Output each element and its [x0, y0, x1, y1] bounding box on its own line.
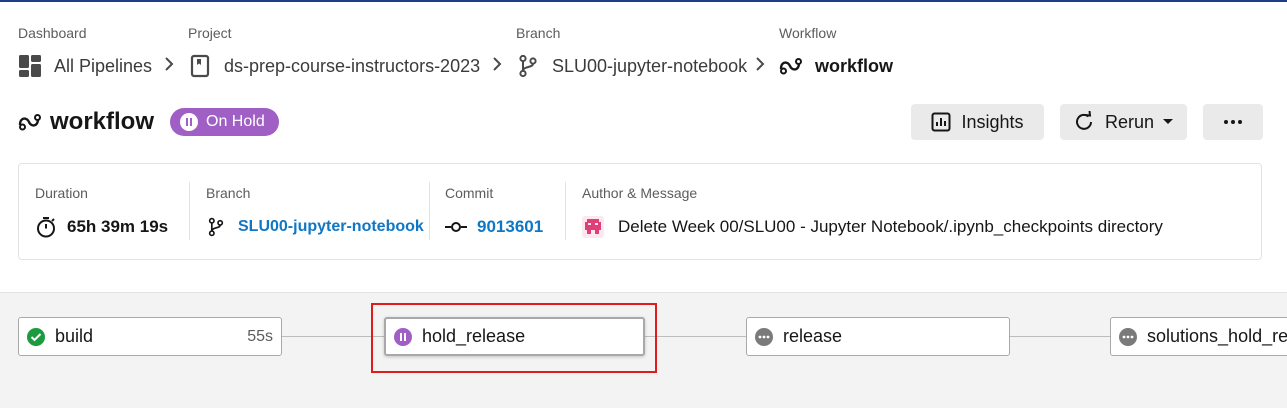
- chart-icon: [931, 112, 951, 132]
- job-release[interactable]: release: [746, 317, 1010, 356]
- rerun-button-label: Rerun: [1104, 111, 1155, 132]
- author-message-group: Delete Week 00/SLU00 - Jupyter Notebook/…: [582, 215, 1163, 239]
- breadcrumb-project: Project ds-prep-course-instructors-2023: [188, 24, 480, 78]
- breadcrumb-link-project[interactable]: ds-prep-course-instructors-2023: [188, 54, 480, 78]
- divider: [429, 182, 430, 240]
- caret-down-icon: [1163, 119, 1174, 124]
- workflow-info-card: Duration 65h 39m 19s Branch SLU00-jupyte…: [18, 163, 1262, 260]
- more-horizontal-icon: [1224, 120, 1242, 124]
- breadcrumb-value: workflow: [815, 55, 894, 76]
- stopwatch-icon: [37, 217, 55, 238]
- job-name: solutions_hold_release: [1147, 326, 1287, 346]
- blocked-icon: [1119, 327, 1137, 346]
- connector-line: [1010, 336, 1110, 337]
- commit-value: 9013601: [477, 217, 544, 236]
- breadcrumb-label: Project: [188, 25, 232, 41]
- breadcrumb-dashboard: Dashboard All Pipelines: [18, 24, 152, 77]
- commit-label: Commit: [445, 185, 494, 201]
- avatar[interactable]: [582, 216, 604, 238]
- insights-button[interactable]: Insights: [911, 104, 1044, 140]
- breadcrumb-link-branch[interactable]: SLU00-jupyter-notebook: [516, 54, 747, 78]
- breadcrumb-value: ds-prep-course-instructors-2023: [224, 55, 481, 76]
- branch-label: Branch: [206, 185, 251, 201]
- status-badge-label: On Hold: [206, 113, 265, 130]
- job-name: build: [55, 326, 94, 346]
- breadcrumb-label: Dashboard: [18, 25, 87, 41]
- job-name: release: [783, 326, 843, 346]
- connector-line: [645, 336, 746, 337]
- job-duration: 55s: [247, 327, 273, 345]
- breadcrumb-workflow: Workflow workflow: [779, 24, 893, 76]
- pause-icon: [180, 113, 199, 131]
- commit-message: Delete Week 00/SLU00 - Jupyter Notebook/…: [618, 217, 1163, 236]
- divider: [565, 182, 566, 240]
- duration-value-group: 65h 39m 19s: [35, 215, 168, 239]
- branch-link[interactable]: SLU00-jupyter-notebook: [206, 215, 424, 239]
- top-accent-line: [0, 0, 1287, 2]
- duration-value: 65h 39m 19s: [67, 217, 169, 236]
- status-badge: On Hold: [170, 108, 279, 136]
- connector-line: [282, 336, 384, 337]
- branch-icon: [516, 54, 540, 78]
- workflow-icon: [779, 54, 803, 78]
- job-build[interactable]: build 55s: [18, 317, 282, 356]
- breadcrumb-label: Branch: [516, 25, 561, 41]
- page-title: workflow: [50, 108, 155, 135]
- workflow-icon: [18, 114, 41, 131]
- refresh-icon: [1076, 111, 1092, 130]
- insights-button-label: Insights: [961, 111, 1024, 132]
- divider: [189, 182, 190, 240]
- commit-icon: [445, 222, 467, 232]
- author-message-label: Author & Message: [582, 185, 698, 201]
- chevron-right-icon: [493, 57, 502, 71]
- breadcrumb-value: All Pipelines: [54, 55, 153, 76]
- project-icon: [188, 54, 212, 78]
- branch-icon: [208, 217, 224, 237]
- breadcrumb-current: workflow: [779, 54, 893, 78]
- duration-label: Duration: [35, 185, 88, 201]
- chevron-right-icon: [165, 57, 174, 71]
- workflow-header: workflow On Hold: [18, 108, 279, 136]
- highlight-box: [371, 303, 657, 373]
- branch-value: SLU00-jupyter-notebook: [238, 218, 424, 235]
- success-check-icon: [27, 327, 45, 346]
- job-solutions-hold-release[interactable]: solutions_hold_release: [1110, 317, 1287, 356]
- more-options-button[interactable]: [1203, 104, 1263, 140]
- breadcrumb-label: Workflow: [779, 25, 837, 41]
- breadcrumb-link-all-pipelines[interactable]: All Pipelines: [18, 54, 152, 78]
- blocked-icon: [755, 327, 773, 346]
- breadcrumb-branch: Branch SLU00-jupyter-notebook: [516, 24, 747, 78]
- breadcrumb-value: SLU00-jupyter-notebook: [552, 55, 748, 76]
- dashboard-icon: [18, 54, 42, 78]
- chevron-right-icon: [756, 57, 765, 71]
- commit-link[interactable]: 9013601: [445, 215, 543, 239]
- rerun-button[interactable]: Rerun: [1060, 104, 1187, 140]
